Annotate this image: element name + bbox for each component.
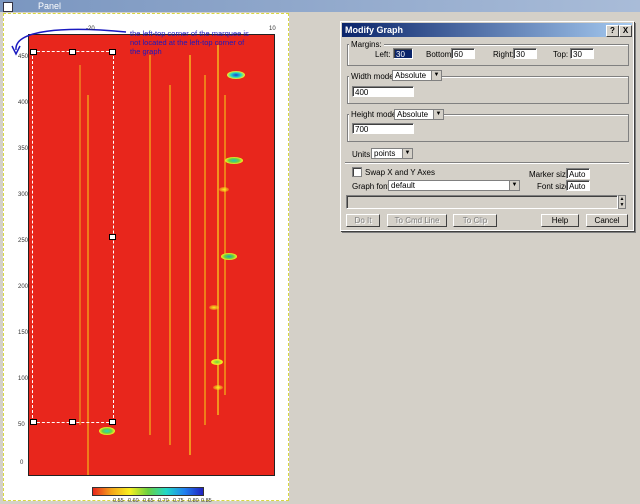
y-tick-label: 50 [18, 422, 25, 428]
chevron-down-icon: ▼ [509, 181, 519, 190]
width-mode-select[interactable]: Absolute ▼ [392, 70, 442, 81]
annotation-text: the left-top corner of the marquee is no… [130, 29, 249, 56]
units-select[interactable]: points ▼ [371, 148, 413, 159]
swap-axes-label: Swap X and Y Axes [365, 168, 435, 177]
graph-font-select[interactable]: default ▼ [388, 180, 520, 191]
help-question-button[interactable]: ? [606, 25, 619, 37]
panel-titlebar: Panel [0, 0, 640, 12]
height-mode-select[interactable]: Absolute ▼ [394, 109, 444, 120]
dialog-titlebar[interactable]: Modify Graph ? X [342, 23, 632, 37]
y-tick-label: 200 [18, 284, 29, 290]
colorbar-tick: 0.75 [173, 498, 184, 504]
selection-marquee[interactable] [30, 49, 116, 425]
y-tick-label: 0 [20, 460, 24, 466]
heatmap-streak [204, 75, 206, 425]
height-mode-label: Height mode: [349, 110, 401, 119]
to-cmd-line-button[interactable]: To Cmd Line [387, 214, 447, 227]
margins-label: Margins: [349, 40, 384, 49]
marquee-handle[interactable] [69, 419, 76, 425]
graph-window[interactable]: the left-top corner of the marquee is no… [3, 13, 289, 504]
graph-font-label: Graph font: [352, 182, 393, 191]
heatmap-hotspot [227, 71, 245, 79]
heatmap-hotspot [225, 157, 243, 164]
y-tick-label: 150 [18, 330, 29, 336]
y-tick-label: 300 [18, 192, 29, 198]
chevron-down-icon: ▼ [431, 71, 441, 80]
bottom-margin-input[interactable]: 60 [451, 48, 475, 59]
top-margin-label: Top: [553, 50, 569, 59]
marquee-handle[interactable] [109, 419, 116, 425]
colorbar-tick: 0.80 [188, 498, 199, 504]
font-size-input[interactable]: Auto [566, 180, 590, 191]
right-margin-label: Right: [493, 50, 514, 59]
heatmap-hotspot [99, 427, 115, 435]
heatmap-hotspot [211, 359, 223, 365]
colorbar-tick: 0.65 [143, 498, 154, 504]
height-value-input[interactable]: 700 [352, 123, 414, 134]
x-tick-label: -20 [86, 26, 95, 32]
close-button[interactable]: X [619, 25, 632, 37]
y-tick-label: 250 [18, 238, 29, 244]
heatmap-hotspot [213, 385, 223, 390]
panel-window-icon [3, 2, 13, 12]
help-button[interactable]: Help [541, 214, 579, 227]
colorbar [92, 487, 204, 496]
colorbar-tick: 0.60 [128, 498, 139, 504]
right-margin-input[interactable]: 30 [513, 48, 537, 59]
colorbar-tick: 0.85 [201, 498, 212, 504]
y-tick-label: 400 [18, 100, 29, 106]
chevron-down-icon: ▼ [433, 110, 443, 119]
colorbar-tick: 0.55 [113, 498, 124, 504]
left-margin-label: Left: [375, 50, 391, 59]
width-mode-label: Width mode: [349, 72, 398, 81]
heatmap-streak [224, 95, 226, 395]
to-clip-button[interactable]: To Clip [453, 214, 497, 227]
colorbar-tick: 0.70 [158, 498, 169, 504]
bottom-margin-label: Bottom: [426, 50, 454, 59]
chevron-down-icon: ▼ [402, 149, 412, 158]
cancel-button[interactable]: Cancel [586, 214, 628, 227]
units-label: Units: [352, 150, 373, 159]
heatmap-streak [149, 55, 151, 435]
y-tick-label: 350 [18, 146, 29, 152]
marquee-handle[interactable] [109, 234, 116, 240]
divider [345, 162, 629, 164]
y-tick-label: 450 [18, 54, 29, 60]
panel-title: Panel [38, 1, 62, 11]
heatmap-hotspot [219, 187, 229, 192]
left-margin-input[interactable]: 30 [393, 48, 413, 59]
heatmap-hotspot [221, 253, 237, 260]
heatmap-hotspot [209, 305, 219, 310]
y-tick-label: 100 [18, 376, 29, 382]
marquee-handle[interactable] [30, 419, 37, 425]
modify-graph-dialog: Modify Graph ? X Margins: Left: 30 Botto… [340, 21, 634, 231]
command-preview-box [346, 195, 618, 209]
marker-size-input[interactable]: Auto [566, 168, 590, 179]
dialog-title: Modify Graph [345, 25, 403, 35]
width-value-input[interactable]: 400 [352, 86, 414, 97]
preview-scrollbar[interactable]: ▲ ▼ [618, 195, 626, 209]
heatmap-streak [189, 55, 191, 455]
do-it-button[interactable]: Do It [346, 214, 380, 227]
top-margin-input[interactable]: 30 [570, 48, 594, 59]
x-tick-label: 10 [269, 26, 276, 32]
heatmap-streak [169, 85, 171, 445]
swap-axes-checkbox[interactable] [352, 167, 362, 177]
